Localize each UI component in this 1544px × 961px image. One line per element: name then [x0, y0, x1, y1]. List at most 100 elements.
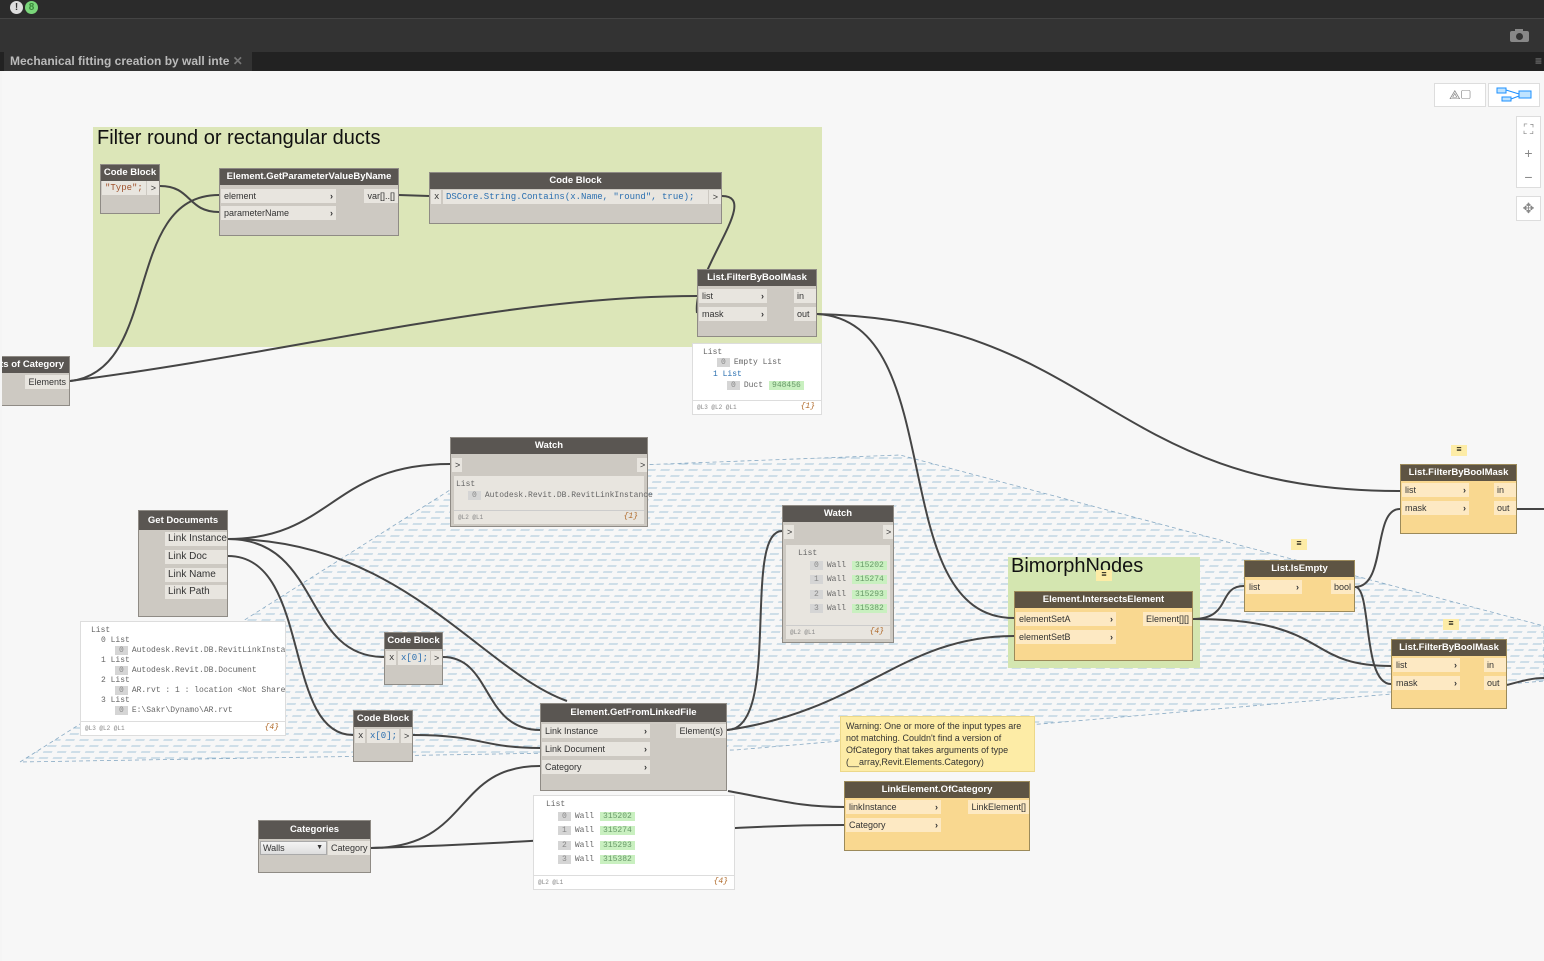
comment-icon[interactable]: ≡: [1096, 570, 1112, 581]
node-title: LinkElement.OfCategory: [845, 782, 1029, 798]
warning-icon[interactable]: !: [10, 1, 23, 14]
category-dropdown[interactable]: Walls ▼: [260, 841, 327, 855]
camera-icon[interactable]: [1509, 28, 1530, 43]
input-port-element[interactable]: element ›: [221, 189, 336, 203]
node-title: Code Block: [354, 711, 412, 727]
output-port-in[interactable]: in: [794, 289, 816, 303]
output-port-elements[interactable]: Element(s): [676, 724, 726, 738]
input-port-category[interactable]: Category ›: [542, 760, 650, 774]
output-port-link-doc[interactable]: Link Doc: [165, 550, 227, 564]
code-input[interactable]: x[0];: [398, 651, 430, 665]
output-port-link-name[interactable]: Link Name: [165, 568, 227, 582]
get-parameter-value-node[interactable]: Element.GetParameterValueByName element ›…: [219, 168, 399, 236]
tab-workspace[interactable]: Mechanical fitting creation by wall inte…: [4, 52, 252, 71]
output-port-category[interactable]: Category: [328, 841, 370, 855]
comment-icon[interactable]: ≡: [1443, 619, 1459, 630]
output-port-in[interactable]: in: [1494, 483, 1516, 497]
output-port-out[interactable]: out: [1484, 676, 1506, 690]
output-port[interactable]: Element[][]: [1142, 612, 1192, 626]
input-port-x[interactable]: x: [355, 729, 365, 743]
code-input[interactable]: "Type";: [102, 181, 146, 195]
categories-node[interactable]: Categories Walls ▼ Category: [258, 820, 371, 873]
watch-content[interactable]: List 0 Wall 315202 1 Wall 315274 2 Wall 315293…: [786, 545, 890, 639]
wire: [816, 313, 1401, 492]
wire: [370, 765, 541, 849]
input-port-mask[interactable]: mask ›: [699, 307, 767, 321]
code-block-contains-node[interactable]: Code Block x DSCore.String.Contains(x.Na…: [429, 172, 722, 224]
output-port[interactable]: >: [431, 651, 442, 665]
output-port-in[interactable]: in: [1484, 658, 1506, 672]
code-block-index-node[interactable]: Code Block x x[0]; >: [384, 632, 443, 685]
input-port[interactable]: >: [784, 525, 794, 539]
output-port[interactable]: LinkElement[]: [968, 800, 1029, 814]
output-port-bool[interactable]: bool: [1330, 580, 1354, 594]
output-port-link-path[interactable]: Link Path: [165, 585, 227, 599]
input-port-list[interactable]: list ›: [699, 289, 767, 303]
output-port-elements[interactable]: Elements: [25, 375, 69, 389]
input-port-x[interactable]: x: [386, 651, 396, 665]
wire: [227, 463, 451, 540]
filter-by-bool-mask-node[interactable]: List.FilterByBoolMask list › mask › in out: [697, 269, 817, 337]
input-port[interactable]: >: [452, 458, 462, 472]
list-is-empty-node[interactable]: List.IsEmpty list › bool: [1244, 560, 1355, 612]
input-port-x[interactable]: x: [431, 190, 441, 204]
preview-sublist[interactable]: 1 List: [101, 656, 130, 665]
intersects-element-node[interactable]: Element.IntersectsElement elementSetA › e…: [1014, 591, 1193, 661]
output-port-out[interactable]: out: [794, 307, 816, 321]
code-input[interactable]: DSCore.String.Contains(x.Name, "round", …: [443, 190, 708, 204]
preview-sublist[interactable]: 3 List: [101, 696, 130, 705]
node-preview[interactable]: List 0 Empty List 1 List 0 Duct 948456 @L3 …: [692, 343, 822, 415]
pan-icon[interactable]: ✥: [1516, 196, 1541, 221]
watch-content[interactable]: List 0 Autodesk.Revit.DB.RevitLinkInstanc…: [454, 476, 653, 524]
output-port[interactable]: >: [637, 458, 647, 472]
code-block-type-node[interactable]: Code Block "Type"; >: [100, 164, 160, 214]
graph-canvas[interactable]: Filter round or rectangular ducts Bimorp…: [2, 71, 1544, 961]
output-port[interactable]: >: [401, 729, 412, 743]
close-icon[interactable]: ✕: [233, 54, 243, 68]
all-elements-of-category-node[interactable]: ts of Category Elements: [2, 356, 70, 406]
code-input[interactable]: x[0];: [367, 729, 399, 743]
wire: [1506, 677, 1544, 686]
input-port-parameter-name[interactable]: parameterName ›: [221, 206, 336, 220]
port-label: element: [224, 191, 257, 201]
node-title: Element.GetParameterValueByName: [220, 169, 398, 185]
watch-node[interactable]: Watch > > List 0 Autodesk.Revit.DB.RevitL…: [450, 437, 653, 527]
filter-by-bool-mask-node[interactable]: List.FilterByBoolMask list › mask › in out: [1391, 639, 1507, 709]
geometry-view-button[interactable]: ⟁▢: [1434, 83, 1486, 107]
chevron-down-icon: ▼: [316, 844, 323, 851]
get-from-linked-file-node[interactable]: Element.GetFromLinkedFile Link Instance ›…: [540, 703, 727, 791]
fit-view-icon[interactable]: ⛶: [1517, 117, 1540, 141]
filter-by-bool-mask-node[interactable]: List.FilterByBoolMask list › mask › in out: [1400, 464, 1517, 534]
port-label: parameterName: [224, 208, 290, 218]
output-port[interactable]: var[]..[]: [364, 189, 398, 203]
link-element-of-category-node[interactable]: LinkElement.OfCategory linkInstance › Cat…: [844, 781, 1030, 851]
node-title: List.FilterByBoolMask: [1401, 465, 1516, 481]
info-count-badge[interactable]: 8: [25, 1, 38, 14]
preview-sublist[interactable]: 1 List: [713, 370, 742, 379]
zoom-in-icon[interactable]: +: [1517, 141, 1540, 165]
preview-sublist[interactable]: 0 List: [101, 636, 130, 645]
watch-node[interactable]: Watch > > List 0 Wall 315202 1 Wall 315274 2…: [782, 505, 894, 643]
zoom-out-icon[interactable]: −: [1517, 165, 1540, 189]
output-port[interactable]: >: [709, 190, 721, 204]
input-port-element-set-a: elementSetA ›: [1016, 612, 1116, 626]
graph-view-button[interactable]: [1488, 83, 1540, 107]
input-port-link-instance[interactable]: Link Instance ›: [542, 724, 650, 738]
node-preview[interactable]: List 0 List 0 Autodesk.Revit.DB.RevitLink…: [80, 621, 286, 736]
output-port-out[interactable]: out: [1494, 501, 1516, 515]
menu-icon[interactable]: ≡: [1535, 54, 1542, 68]
wire: [398, 194, 430, 197]
preview-sublist[interactable]: 2 List: [101, 676, 130, 685]
node-preview[interactable]: List 0 Wall 315202 1 Wall 315274 2 Wall 315293…: [533, 795, 735, 890]
input-port-link-document[interactable]: Link Document ›: [542, 742, 650, 756]
code-block-index-node[interactable]: Code Block x x[0]; >: [353, 710, 413, 762]
output-port[interactable]: >: [147, 181, 159, 195]
output-port[interactable]: >: [883, 525, 893, 539]
comment-icon[interactable]: ≡: [1291, 539, 1307, 550]
input-port-list: list ›: [1402, 483, 1469, 497]
output-port-link-instance[interactable]: Link Instance: [165, 532, 227, 546]
comment-icon[interactable]: ≡: [1451, 445, 1467, 456]
preview-list-label: List: [703, 348, 723, 357]
get-documents-node[interactable]: Get Documents Link Instance Link Doc Lin…: [138, 510, 228, 617]
preview-item: 0 E:\Sakr\Dynamo\AR.rvt: [115, 706, 233, 715]
